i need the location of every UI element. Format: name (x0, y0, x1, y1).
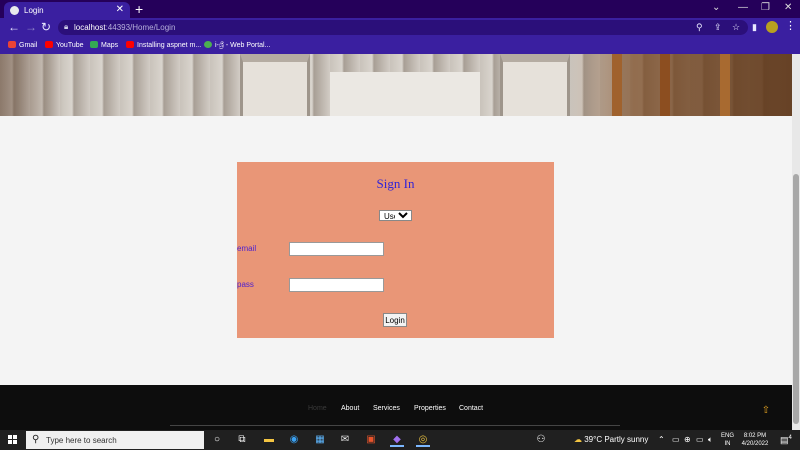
edge-icon[interactable]: ◉ (287, 433, 301, 447)
footer-nav-properties[interactable]: Properties (414, 405, 446, 412)
window-close-icon[interactable]: ✕ (784, 2, 792, 13)
language-indicator[interactable]: ENG IN (721, 432, 734, 448)
cortana-icon[interactable]: ○ (210, 433, 224, 447)
zoom-icon[interactable]: ⚲ (696, 22, 703, 33)
windows-start-icon[interactable] (8, 435, 18, 445)
language-line1: ENG (721, 433, 735, 439)
hero-wood-panel (720, 54, 730, 116)
notification-count: 4 (788, 435, 792, 441)
minimize-icon[interactable]: — (738, 2, 748, 13)
footer-nav-about[interactable]: About (341, 405, 359, 412)
browser-tab[interactable]: Login ✕ (4, 2, 130, 18)
footer-divider (170, 425, 620, 426)
signin-title: Sign In (376, 176, 415, 191)
share-icon[interactable]: ⇪ (714, 22, 722, 33)
hero-banner-image (0, 54, 792, 116)
globe-icon (204, 41, 212, 48)
bookmark-star-icon[interactable]: ☆ (732, 22, 740, 33)
browser-menu-icon[interactable]: ⋮ (785, 19, 796, 32)
signin-panel: Sign In User email pass Login (237, 162, 554, 338)
clock-date: 4/20/2022 (741, 441, 769, 447)
taskbar-clock[interactable]: 8:02 PM 4/20/2022 (738, 432, 772, 448)
office-icon[interactable]: ▣ (364, 433, 378, 447)
file-explorer-icon[interactable]: ▬ (262, 433, 276, 447)
hero-arch-right (500, 54, 570, 116)
volume-icon[interactable]: 🔈︎ (708, 435, 713, 445)
forward-arrow-icon[interactable]: → (25, 20, 37, 34)
tab-title: Login (24, 6, 44, 15)
reload-icon[interactable]: ↻ (41, 20, 51, 34)
battery-icon[interactable]: ▭ (696, 435, 704, 444)
search-icon: ⚲ (32, 434, 40, 445)
people-icon[interactable]: ⚇ (534, 433, 548, 447)
bookmark-maps[interactable]: Maps (90, 41, 118, 49)
tray-chevron-icon[interactable]: ⌃ (658, 435, 665, 444)
language-line2: IN (724, 441, 731, 447)
browser-toolbar: ← → ↻ 🔒︎ localhost:44393/Home/Login ⚲ ⇪ … (0, 18, 800, 37)
new-tab-button[interactable]: + (135, 1, 143, 17)
weather-widget[interactable]: ☁︎ 39°C Partly sunny (574, 435, 648, 444)
gmail-icon (8, 41, 16, 48)
hero-doorway (330, 72, 480, 116)
role-select[interactable]: User (379, 210, 412, 221)
pass-label: pass (237, 280, 254, 289)
task-view-icon[interactable]: ⧉ (235, 433, 249, 447)
weather-cloud-icon: ☁︎ (574, 435, 582, 444)
back-arrow-icon[interactable]: ← (8, 20, 20, 34)
password-field[interactable] (289, 278, 384, 292)
mail-icon[interactable]: ✉ (338, 433, 352, 447)
bookmark-web-portal[interactable]: i-ශ්‍රී - Web Portal... (204, 41, 270, 50)
restore-icon[interactable]: ❐ (761, 2, 770, 13)
email-field[interactable] (289, 242, 384, 256)
tab-favicon-icon (10, 6, 19, 15)
page-scrollbar[interactable] (792, 54, 800, 430)
store-icon[interactable]: ▦ (313, 433, 327, 447)
taskbar-search-box[interactable]: ⚲ Type here to search (26, 431, 204, 449)
tab-search-chevron-icon[interactable]: ⌄ (712, 2, 720, 13)
weather-text: 39°C Partly sunny (584, 435, 649, 444)
chrome-icon[interactable]: ◎ (416, 433, 430, 447)
hero-wood-panel (612, 54, 622, 116)
bookmark-youtube[interactable]: YouTube (45, 41, 84, 49)
hero-arch-left (240, 54, 310, 116)
lock-icon[interactable]: 🔒︎ (64, 22, 68, 32)
search-placeholder: Type here to search (46, 436, 117, 445)
windows-taskbar: ⚲ Type here to search ○ ⧉ ▬ ◉ ▦ ✉ ▣ ◆ ◎ … (0, 430, 800, 450)
youtube-icon (126, 41, 134, 48)
bookmark-gmail[interactable]: Gmail (8, 41, 37, 49)
tab-close-icon[interactable]: ✕ (116, 4, 124, 15)
address-bar[interactable]: 🔒︎ localhost:44393/Home/Login ⚲ ⇪ ☆ (58, 20, 748, 35)
visual-studio-icon[interactable]: ◆ (390, 433, 404, 447)
url-text: localhost:44393/Home/Login (74, 23, 176, 32)
email-label: email (237, 244, 257, 253)
footer-nav-services[interactable]: Services (373, 405, 400, 412)
youtube-icon (45, 41, 53, 48)
scrollbar-thumb[interactable] (793, 174, 799, 424)
scroll-to-top-icon[interactable]: ⇧ (760, 405, 772, 417)
site-footer: Home About Services Properties Contact ⇧ (0, 385, 792, 430)
side-panel-icon[interactable]: ▮ (752, 22, 757, 33)
footer-nav-contact[interactable]: Contact (459, 405, 483, 412)
profile-avatar[interactable] (766, 21, 778, 33)
maps-icon (90, 41, 98, 48)
network-globe-icon[interactable]: ⊕ (684, 435, 691, 444)
hero-wood-panel (660, 54, 670, 116)
clock-time: 8:02 PM (743, 433, 767, 439)
footer-nav-home[interactable]: Home (308, 405, 327, 412)
bookmarks-bar: Gmail YouTube Maps Installing aspnet m..… (0, 37, 800, 54)
camera-icon[interactable]: ▭ (672, 435, 680, 444)
web-page: Sign In User email pass Login Home About… (0, 54, 792, 430)
bookmark-installing-aspnet[interactable]: Installing aspnet m... (126, 41, 201, 49)
browser-title-bar: Login ✕ + ⌄ — ❐ ✕ (0, 0, 800, 18)
login-button[interactable]: Login (383, 313, 407, 327)
notification-center-icon[interactable]: ▤4 (780, 435, 792, 446)
